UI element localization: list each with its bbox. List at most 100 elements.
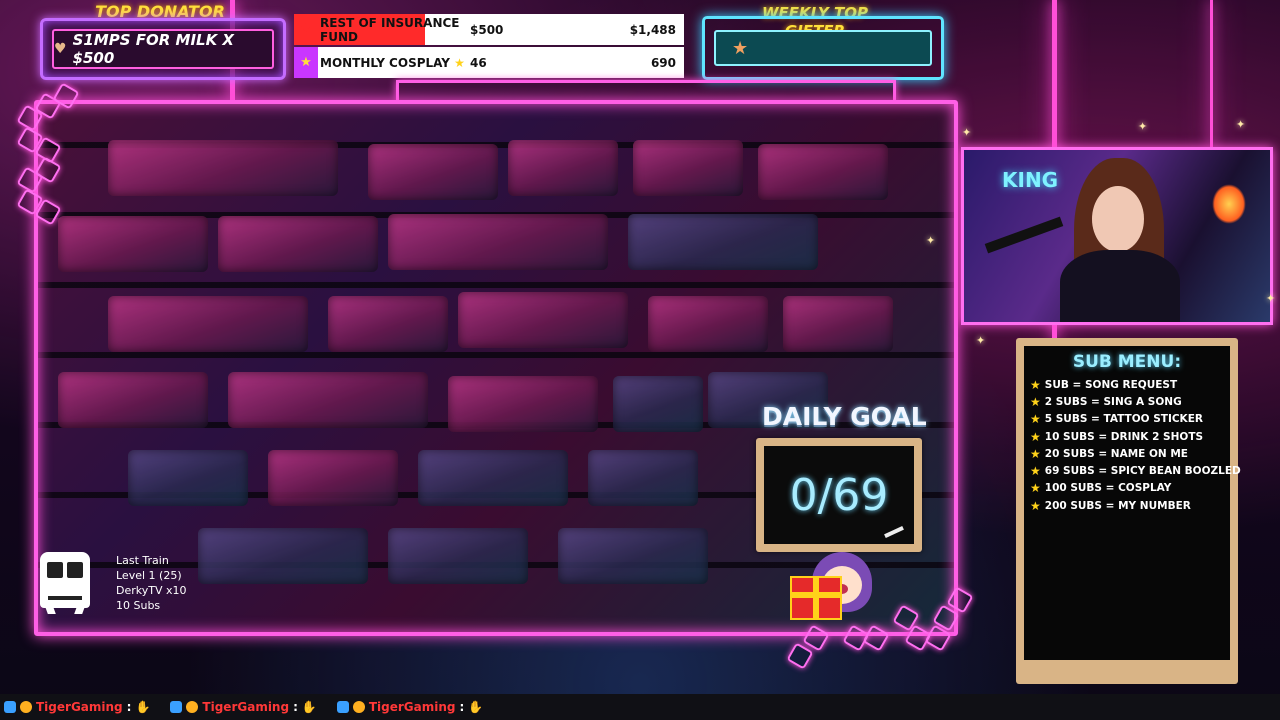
brick bbox=[58, 216, 208, 272]
brick bbox=[448, 376, 598, 432]
train-info: Last Train Level 1 (25) DerkyTV x10 10 S… bbox=[98, 552, 187, 613]
daily-goal-chalkboard: 0/69 bbox=[756, 438, 922, 552]
hex-decoration bbox=[786, 642, 814, 670]
star-icon: ★ bbox=[454, 55, 465, 70]
badge-icon bbox=[352, 701, 365, 713]
goal-current: 46 bbox=[470, 55, 487, 70]
hand-emoji-icon: ✋ bbox=[135, 700, 151, 714]
goal-panel: ♥ REST OF INSURANCE FUND $500 $1,488 ★ M… bbox=[294, 14, 684, 78]
mascot-gift-character bbox=[788, 552, 888, 626]
brick bbox=[58, 372, 208, 428]
brick bbox=[108, 296, 308, 352]
goal-name: MONTHLY COSPLAY ★ bbox=[294, 56, 470, 70]
goal-name: REST OF INSURANCE FUND bbox=[320, 15, 460, 44]
ticker-entry: TigerGaming : ✋ bbox=[170, 700, 317, 714]
sub-menu-item: ★ 200 SUBS = MY NUMBER bbox=[1030, 498, 1191, 513]
train-user: DerkyTV x10 bbox=[116, 584, 187, 597]
star-icon: ★ bbox=[1030, 412, 1041, 427]
goal-row-insurance: ♥ REST OF INSURANCE FUND $500 $1,488 bbox=[294, 14, 684, 45]
star-icon: ★ bbox=[1030, 464, 1041, 479]
train-level: Level 1 (25) bbox=[116, 569, 182, 582]
fireplace bbox=[1212, 184, 1246, 224]
brick bbox=[458, 292, 628, 348]
neon-pillar-far-right bbox=[1210, 0, 1213, 150]
top-donator-inner: ♥ S1MPS FOR MILK X $500 bbox=[52, 29, 274, 69]
sparkle-icon: ✦ bbox=[1266, 292, 1276, 305]
goal-row-cosplay: ★ MONTHLY COSPLAY ★ 46 690 bbox=[294, 47, 684, 78]
brick bbox=[508, 140, 618, 196]
brick bbox=[633, 140, 743, 196]
star-icon: ★ bbox=[1030, 429, 1041, 444]
brick bbox=[558, 528, 708, 584]
badge-icon bbox=[4, 701, 16, 713]
sparkle-icon: ✦ bbox=[962, 126, 972, 139]
top-donator-box: ♥ S1MPS FOR MILK X $500 bbox=[40, 18, 286, 80]
brick bbox=[198, 528, 368, 584]
sub-menu-item: ★ 10 SUBS = DRINK 2 SHOTS bbox=[1030, 429, 1204, 444]
goal-target: $1,488 bbox=[629, 22, 676, 37]
microphone bbox=[984, 216, 1064, 254]
ticker-entry: TigerGaming : ✋ bbox=[4, 700, 150, 714]
train-subs: 10 Subs bbox=[116, 599, 161, 612]
sub-menu-title: SUB MENU: bbox=[1072, 352, 1182, 372]
goal-current: $500 bbox=[470, 22, 504, 37]
brick bbox=[218, 216, 378, 272]
brick bbox=[628, 214, 818, 270]
brick bbox=[648, 296, 768, 352]
sub-menu-inner: SUB MENU: ★ SUB = SONG REQUEST ★ 2 SUBS = … bbox=[1024, 346, 1241, 660]
star-icon: ★ bbox=[1030, 481, 1041, 496]
hand-emoji-icon: ✋ bbox=[301, 700, 317, 714]
star-icon: ★ bbox=[1030, 446, 1041, 461]
daily-goal-label: DAILY GOAL bbox=[762, 402, 927, 431]
train-title: Last Train bbox=[116, 554, 169, 567]
streamer-face bbox=[1092, 186, 1144, 252]
star-icon: ★ bbox=[1030, 498, 1041, 513]
star-icon: ★ bbox=[1030, 394, 1041, 409]
sub-menu-item: ★ 69 SUBS = SPICY BEAN BOOZLED bbox=[1030, 464, 1241, 479]
brick bbox=[388, 214, 608, 270]
streamer-body bbox=[1060, 250, 1180, 322]
sparkle-icon: ✦ bbox=[976, 334, 986, 347]
brick bbox=[418, 450, 568, 506]
brick bbox=[128, 450, 248, 506]
webcam-neon-sign: KING bbox=[1002, 168, 1059, 192]
star-icon: ★ bbox=[1030, 377, 1041, 392]
goal-target: 690 bbox=[650, 55, 676, 70]
sub-menu-item: ★ SUB = SONG REQUEST bbox=[1030, 377, 1178, 392]
ticker-username: TigerGaming bbox=[202, 700, 290, 714]
badge-icon bbox=[186, 701, 199, 713]
hype-train-widget: Last Train Level 1 (25) DerkyTV x10 10 S… bbox=[40, 552, 187, 614]
gift-icon bbox=[790, 576, 842, 620]
ticker-username: TigerGaming bbox=[36, 700, 123, 714]
brick bbox=[108, 140, 338, 196]
brick bbox=[268, 450, 398, 506]
star-icon: ★ bbox=[732, 37, 749, 59]
brick bbox=[368, 144, 498, 200]
heart-icon: ♥ bbox=[54, 41, 67, 57]
sub-menu-item: ★ 2 SUBS = SING A SONG bbox=[1030, 394, 1182, 409]
train-icon bbox=[40, 552, 90, 614]
goal-name-text: MONTHLY COSPLAY bbox=[320, 55, 450, 70]
sub-menu-item: ★ 20 SUBS = NAME ON ME bbox=[1030, 446, 1188, 461]
badge-icon bbox=[336, 701, 349, 713]
daily-goal-value: 0/69 bbox=[764, 446, 914, 544]
brick bbox=[228, 372, 428, 428]
brick bbox=[328, 296, 448, 352]
frame-top-accent bbox=[396, 80, 896, 101]
brick bbox=[613, 376, 703, 432]
sparkle-icon: ✦ bbox=[926, 234, 936, 247]
badge-icon bbox=[170, 701, 183, 713]
sub-menu-board: SUB MENU: ★ SUB = SONG REQUEST ★ 2 SUBS = … bbox=[1016, 338, 1241, 684]
sub-menu-item: ★ 5 SUBS = TATTOO STICKER bbox=[1030, 412, 1203, 427]
sparkle-icon: ✦ bbox=[1138, 120, 1148, 133]
ticker-username: TigerGaming bbox=[368, 700, 456, 714]
webcam-feed: KING bbox=[961, 147, 1273, 325]
brick bbox=[588, 450, 698, 506]
brick bbox=[388, 528, 528, 584]
brick bbox=[783, 296, 893, 352]
brick bbox=[758, 144, 888, 200]
weekly-top-gifter-inner: ★ bbox=[714, 30, 932, 66]
top-donator-name: S1MPS FOR MILK X $500 bbox=[72, 31, 234, 67]
weekly-top-gifter-box: ★ bbox=[702, 16, 944, 80]
chat-ticker: TigerGaming : ✋ TigerGaming : ✋ TigerGam… bbox=[0, 694, 1280, 720]
